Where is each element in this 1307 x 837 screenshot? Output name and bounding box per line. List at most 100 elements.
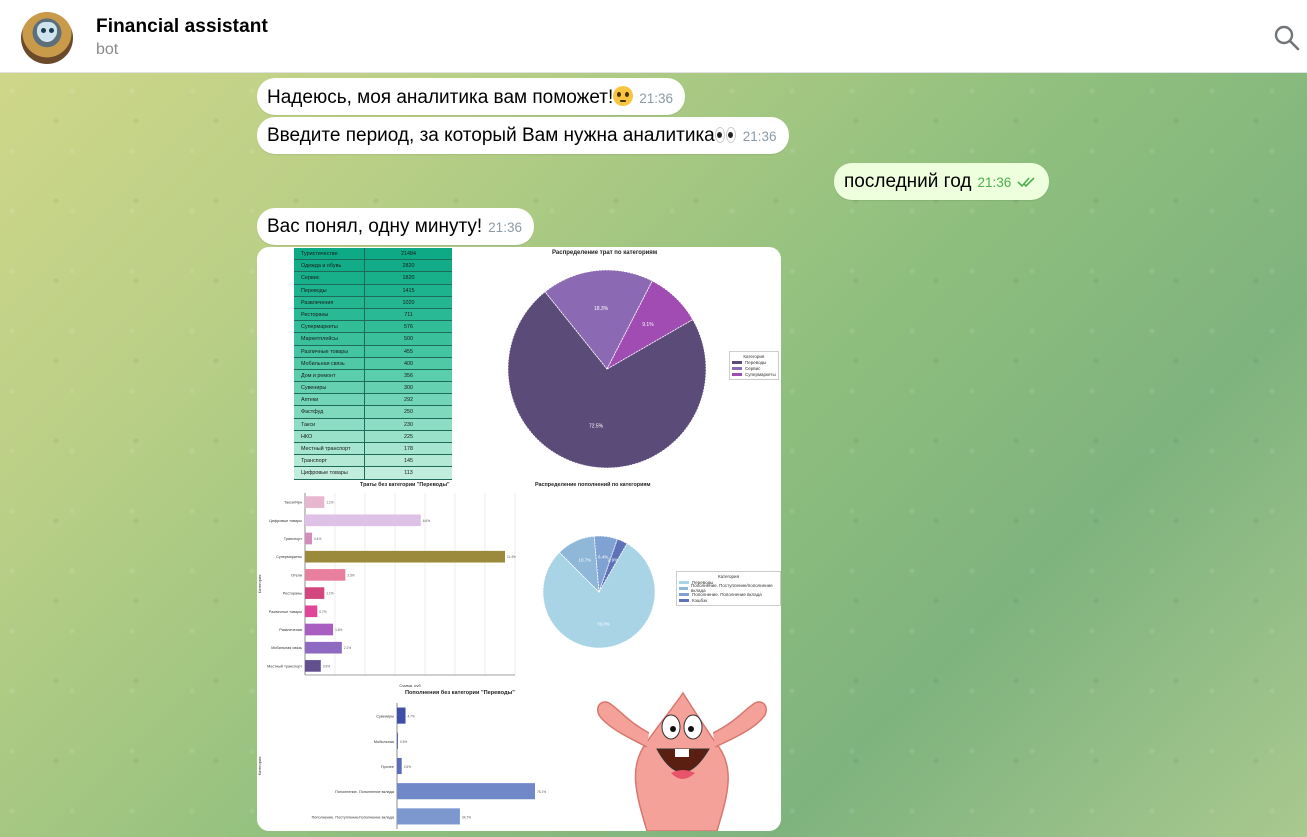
message-text: Введите период, за который Вам нужна ана… — [267, 125, 715, 146]
table-cell-category: Цифровые товары — [294, 467, 365, 479]
table-cell-category: Такси — [294, 418, 365, 430]
legend-swatch — [732, 366, 742, 370]
patrick-star-sticker — [597, 691, 767, 831]
table-cell-amount: 292 — [404, 397, 413, 404]
table-cell-amount: 1820 — [402, 275, 415, 282]
tick-label: Такси/Ярн — [284, 501, 302, 505]
tick-label: Транспорт — [284, 537, 303, 541]
search-icon[interactable] — [1273, 24, 1301, 52]
table-row: Сервис 1820 — [294, 272, 452, 285]
table-cell-category: Различные товары — [294, 345, 365, 357]
bar-value-label: 0.4% — [314, 537, 321, 541]
bar — [397, 808, 460, 825]
table-cell-amount: 576 — [404, 324, 413, 331]
message-bubble[interactable]: Надеюсь, моя аналитика вам поможет! 21:36 — [257, 78, 686, 115]
table-row: Супермаркеты 576 — [294, 321, 452, 334]
table-row: Дом и ремонт 356 — [294, 369, 452, 383]
bar-value-label: 4.7% — [408, 715, 415, 719]
table-cell-amount: 500 — [404, 336, 413, 343]
table-row: Различные товары 455 — [294, 345, 452, 358]
bar — [397, 783, 535, 800]
table-cell-category: Сервис — [294, 272, 365, 284]
chat-title[interactable]: Financial assistant — [96, 16, 268, 38]
axis-label: Сумма, руб — [399, 683, 421, 687]
pie-legend: Категория Переводы Пополнение. Поступление… — [676, 571, 781, 606]
pie-value-label: 2.9% — [608, 557, 618, 562]
tick-label: Рестораны — [283, 592, 303, 596]
table-cell-category: Маркетплейсы — [294, 333, 365, 345]
tick-label: Местный транспорт — [267, 664, 302, 668]
message-bubble-outgoing[interactable]: последний год 21:36 — [834, 163, 1049, 200]
tick-label: Мобильная — [374, 740, 394, 744]
tick-label: Сувениры — [376, 715, 394, 719]
bar-value-label: 0.5% — [400, 740, 407, 744]
table-row: Сувениры 300 — [294, 382, 452, 395]
spending-bar-chart: Такси/Ярн 1.1% Цифровые товары 6.6% Транспор… — [257, 493, 516, 687]
chart-title: Пополнения без категории "Переводы" — [405, 690, 515, 696]
bar-value-label: 0.7% — [319, 610, 326, 614]
tick-label: Пополнение. Пополнение вклада — [335, 790, 395, 794]
bar-value-label: 11.4% — [507, 555, 516, 559]
read-double-check-icon — [1016, 177, 1035, 188]
bar-value-label: 2.3% — [347, 573, 354, 577]
bar-value-label: 1.6% — [335, 628, 342, 632]
table-cell-amount: 400 — [404, 360, 413, 367]
tick-label: Развлечения — [279, 628, 302, 632]
bar-value-label: 0.9% — [323, 664, 330, 668]
message-time: 21:36 — [488, 220, 522, 235]
table-cell-category: Туристичестве — [294, 248, 365, 260]
tick-label: Прочее — [381, 765, 394, 769]
legend-swatch — [679, 592, 689, 596]
table-cell-category: Одежда и обувь — [294, 260, 365, 272]
category-spending-table: Туристичестве 21484 Одежда и обувь 2820 Серв… — [294, 248, 452, 480]
table-cell-amount: 178 — [404, 446, 413, 452]
pie-value-label: 6.4% — [598, 555, 608, 560]
bar — [397, 732, 398, 749]
tick-label: Мобильная связь — [271, 646, 302, 650]
tick-label: Супермаркеты — [276, 555, 302, 559]
table-cell-category: Рестораны — [294, 308, 365, 321]
bot-avatar[interactable] — [21, 12, 73, 64]
pie-value-label: 10.7% — [578, 558, 591, 563]
message-text: Вас понял, одну минуту! — [267, 216, 483, 237]
table-cell-amount: 356 — [404, 372, 413, 379]
table-cell-amount: 711 — [404, 311, 413, 318]
message-bubble[interactable]: Введите период, за который Вам нужна ана… — [257, 117, 789, 154]
analytics-image[interactable]: Туристичестве 21484 Одежда и обувь 2820 Серв… — [257, 247, 781, 831]
bar — [305, 514, 421, 527]
bar-value-label: 1.1% — [326, 501, 333, 505]
legend-swatch — [732, 360, 742, 364]
bar — [305, 587, 325, 599]
table-row: Цифровые товары 113 — [294, 467, 452, 480]
message-time: 21:36 — [639, 91, 674, 106]
tick-label: Различные товары — [269, 610, 302, 614]
bar-value-label: 76.1% — [537, 790, 546, 794]
table-row: Развлечения 1020 — [294, 296, 452, 309]
bar-value-label: 1.1% — [326, 592, 333, 596]
table-cell-amount: 21484 — [401, 251, 416, 257]
legend-entry: Супермаркеты — [732, 371, 776, 377]
table-row: Местный транспорт 178 — [294, 443, 452, 456]
table-cell-category: Переводы — [294, 284, 365, 296]
table-row: Мобильная связь 400 — [294, 357, 452, 370]
table-cell-category: Развлечения — [294, 296, 365, 308]
legend-label: Сервис — [745, 365, 761, 371]
table-row: Транспорт 145 — [294, 455, 452, 468]
table-cell-amount: 225 — [404, 433, 413, 440]
table-row: Такси 230 — [294, 418, 452, 431]
pie-legend: Категория Переводы Сервис Супермаркеты — [729, 351, 779, 380]
bar — [305, 641, 342, 654]
bar-value-label: 34.7% — [462, 815, 471, 819]
table-row: Рестораны 711 — [294, 308, 452, 322]
table-cell-amount: 300 — [404, 385, 413, 392]
axis-label: Категория — [257, 757, 262, 776]
legend-label: Переводы — [745, 359, 767, 365]
table-cell-category: Дом и ремонт — [294, 369, 365, 382]
message-time: 21:36 — [742, 129, 777, 144]
table-cell-amount: 250 — [404, 409, 413, 416]
bar-value-label: 2.6% — [404, 765, 411, 769]
legend-label: Кэшбэк — [692, 597, 708, 603]
legend-entry: Пополнение. Поступление/пополнение вклад… — [679, 583, 778, 593]
bar — [305, 660, 321, 672]
message-bubble[interactable]: Вас понял, одну минуту! 21:36 — [257, 208, 534, 245]
